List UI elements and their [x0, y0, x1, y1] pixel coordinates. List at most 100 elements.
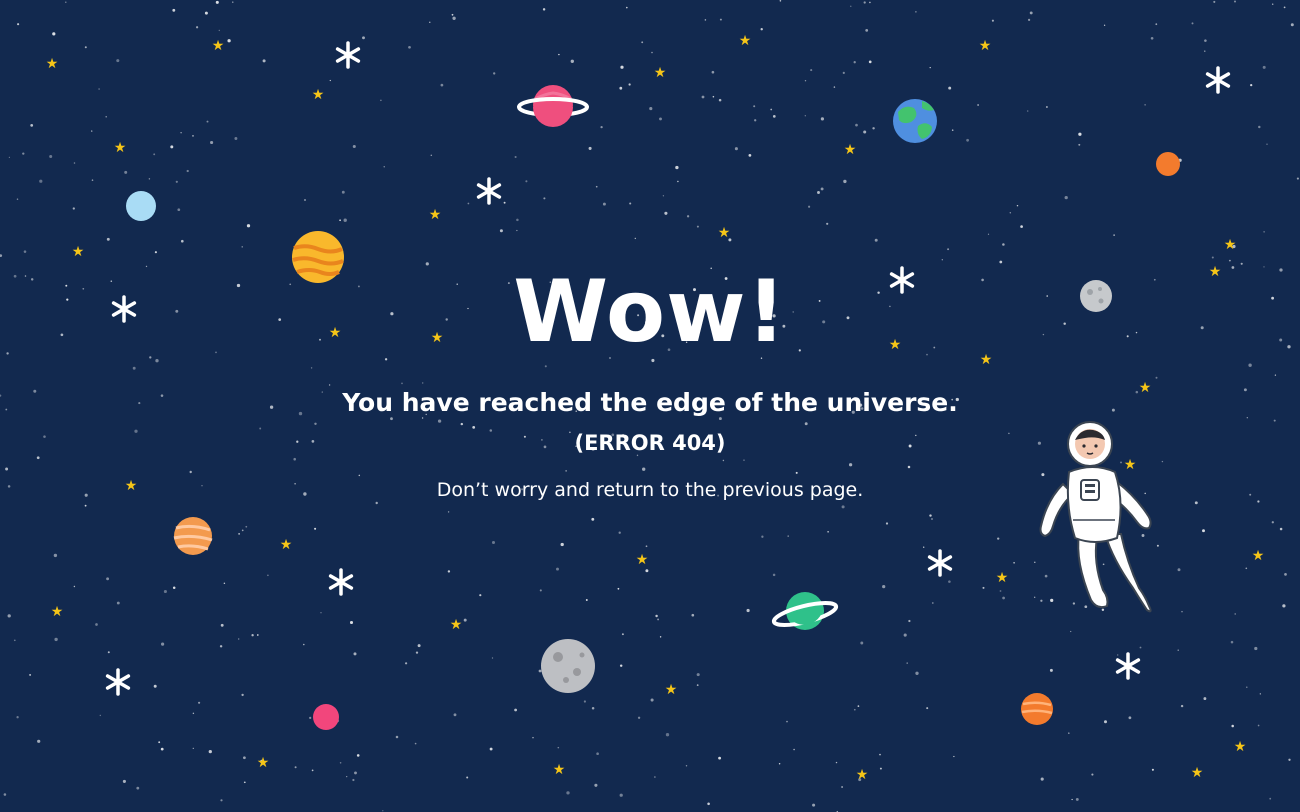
yellow-star-icon: ★ [636, 552, 649, 568]
dust-dot [793, 748, 795, 751]
dust-dot [835, 761, 838, 764]
dust-dot [712, 95, 715, 98]
dust-dot [383, 166, 385, 168]
dust-dot [73, 585, 76, 588]
orange-small-planet-icon [1021, 693, 1053, 725]
yellow-star-icon: ★ [1252, 548, 1265, 564]
dust-dot [543, 197, 546, 200]
dust-dot [628, 83, 631, 86]
orange-striped-planet-icon [173, 517, 213, 555]
dust-dot [655, 614, 658, 618]
dust-dot [879, 767, 882, 770]
dust-dot [172, 8, 176, 12]
dust-dot [696, 684, 699, 686]
dust-dot [855, 123, 858, 127]
dust-dot [1254, 646, 1258, 651]
dust-dot [926, 707, 929, 710]
orange-planet-icon [1156, 152, 1180, 176]
dust-dot [116, 601, 120, 605]
dust-dot [238, 533, 240, 535]
dust-dot [91, 130, 93, 132]
dust-dot [227, 39, 231, 43]
dust-dot [339, 762, 342, 764]
dust-dot [566, 791, 570, 795]
return-hint: Don’t worry and return to the previous p… [436, 479, 864, 501]
dust-dot [841, 786, 844, 788]
dust-dot [1120, 461, 1122, 464]
dust-dot [662, 195, 665, 197]
dust-dot [585, 599, 588, 601]
sparkle-star-icon [476, 177, 502, 205]
dust-dot [907, 465, 911, 469]
yellow-star-icon: ★ [996, 570, 1009, 586]
dust-dot [514, 708, 517, 712]
dust-dot [707, 802, 710, 806]
dust-dot [160, 747, 164, 751]
dust-dot [621, 633, 624, 636]
dust-dot [617, 587, 620, 590]
dust-dot [719, 18, 722, 21]
dust-dot [122, 779, 126, 783]
dust-dot [770, 108, 773, 111]
dust-dot [929, 66, 931, 69]
dust-dot [1049, 668, 1053, 672]
dust-dot [947, 248, 950, 251]
dust-dot [718, 756, 722, 760]
dust-dot [1279, 527, 1283, 531]
dust-dot [98, 88, 100, 90]
dust-dot [826, 222, 829, 225]
dust-dot [362, 36, 365, 40]
yellow-star-icon: ★ [665, 682, 678, 698]
dust-dot [629, 202, 632, 205]
dust-dot [853, 708, 856, 711]
dust-dot [1155, 376, 1158, 379]
dust-dot [37, 739, 41, 743]
dust-dot [106, 237, 110, 241]
dust-dot [1161, 460, 1164, 463]
dust-dot [772, 115, 776, 118]
dust-dot [931, 518, 933, 520]
dust-dot [641, 41, 644, 44]
dust-dot [1234, 0, 1236, 3]
dust-dot [153, 153, 156, 156]
dust-dot [158, 741, 161, 744]
dust-dot [294, 766, 297, 769]
dust-dot [192, 712, 195, 715]
dust-dot [754, 119, 757, 122]
dust-dot [817, 191, 820, 194]
dust-dot [649, 107, 653, 111]
dust-dot [1245, 567, 1248, 570]
yellow-star-icon: ★ [979, 38, 992, 54]
dust-dot [5, 467, 9, 471]
dust-dot [1144, 104, 1146, 106]
dust-dot [556, 567, 559, 571]
dust-dot [52, 32, 56, 36]
dust-dot [16, 716, 19, 719]
dust-dot [948, 580, 951, 583]
error-code: (ERROR 404) [574, 431, 726, 455]
dust-dot [557, 746, 560, 749]
dust-dot [414, 742, 417, 745]
large-moon-icon [541, 639, 595, 693]
yellow-star-icon: ★ [212, 38, 225, 54]
dust-dot [879, 753, 881, 756]
dust-dot [743, 459, 745, 461]
dust-dot [1284, 573, 1287, 576]
dust-dot [1269, 797, 1272, 800]
dust-dot [186, 169, 189, 173]
dust-dot [915, 671, 919, 675]
dust-dot [982, 586, 985, 589]
dust-dot [704, 19, 707, 21]
dust-dot [53, 553, 58, 558]
dust-dot [241, 529, 244, 532]
dust-dot [467, 202, 470, 205]
dust-dot [219, 645, 223, 648]
dust-dot [948, 86, 952, 90]
dust-dot [734, 147, 738, 151]
dust-dot [499, 229, 503, 233]
yellow-star-icon: ★ [844, 142, 857, 158]
dust-dot [596, 752, 599, 756]
dust-dot [262, 59, 266, 63]
dust-dot [341, 190, 345, 194]
dust-dot [84, 46, 87, 49]
